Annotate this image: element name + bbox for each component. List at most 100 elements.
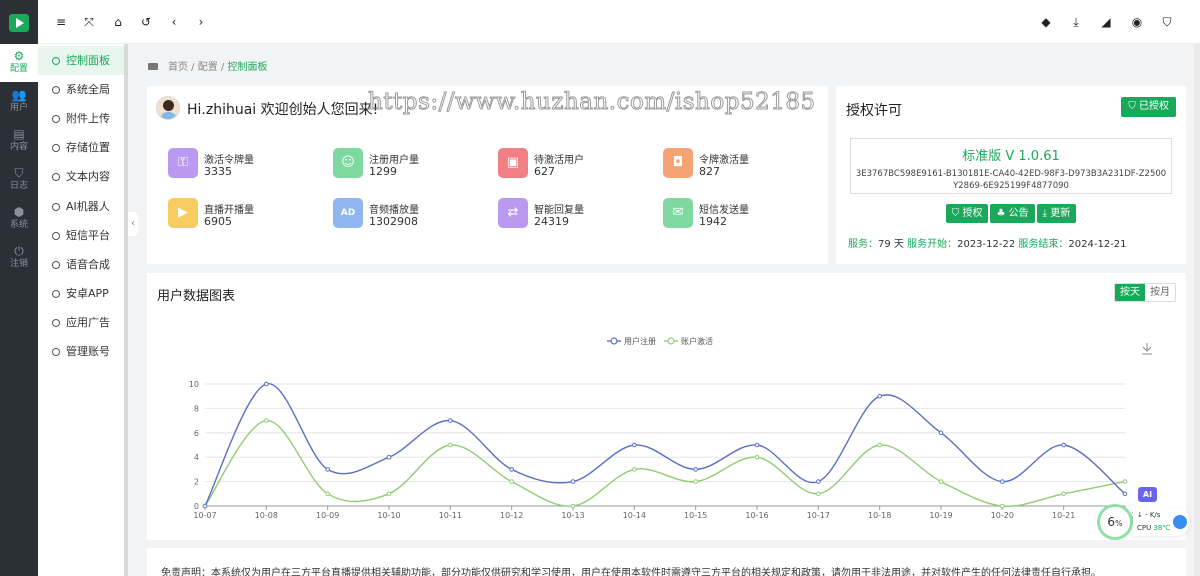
- submenu-scrollbar[interactable]: [124, 44, 128, 576]
- disclaimer-card: 免责声明：本系统仅为用户在三方平台直播提供相关辅助功能，部分功能仅供研究和学习使…: [147, 548, 1186, 576]
- data-point: [938, 479, 944, 484]
- download-icon[interactable]: ⤓: [1067, 13, 1085, 31]
- submenu-item-5[interactable]: AI机器人: [38, 192, 124, 221]
- x-tick-label: 10-16: [745, 511, 768, 520]
- submenu-item-label: 附件上传: [66, 112, 110, 126]
- breadcrumb: 首页 / 配置 / 控制面板: [148, 58, 267, 73]
- shield-check-icon[interactable]: ⛉: [1158, 13, 1176, 31]
- user-icon[interactable]: ◉: [1128, 13, 1146, 31]
- circle-icon: [52, 260, 60, 269]
- rail-item-3[interactable]: ⛉ 日志: [0, 161, 38, 199]
- x-tick-label: 10-07: [193, 511, 216, 520]
- user-data-line-chart: 0 2 4 6 8 10 10-07 10-08 10-09 10-10 10-11 10-12 10-…: [189, 336, 1152, 520]
- submenu-item-0[interactable]: 控制面板: [38, 46, 124, 75]
- data-point: [325, 491, 330, 497]
- submenu-item-label: 存储位置: [66, 141, 110, 155]
- menu-icon[interactable]: ≡: [52, 13, 70, 31]
- license-button-0[interactable]: ⛉ 授权: [945, 204, 989, 223]
- submenu-item-8[interactable]: 安卓APP: [38, 279, 124, 308]
- chart-range-toggle: 按天 按月: [1114, 283, 1176, 302]
- forward-icon[interactable]: ›: [192, 13, 210, 31]
- eraser-icon[interactable]: ◢: [1097, 13, 1115, 31]
- back-icon[interactable]: ‹: [165, 13, 183, 31]
- submenu-item-4[interactable]: 文本内容: [38, 162, 124, 191]
- rail-item-2[interactable]: ▤ 内容: [0, 122, 38, 160]
- submenu-item-3[interactable]: 存储位置: [38, 133, 124, 162]
- network-speed-value: - K/s: [1145, 511, 1161, 519]
- data-point: [632, 442, 637, 448]
- stat-label: 令牌激活量: [699, 155, 749, 166]
- license-button-2[interactable]: ⤓ 更新: [1036, 204, 1077, 223]
- users-icon: ☺: [333, 148, 363, 178]
- toggle-by-month[interactable]: 按月: [1145, 284, 1175, 301]
- rail-item-5[interactable]: ⏻ 注销: [0, 239, 38, 277]
- fullscreen-icon[interactable]: ⤧: [80, 13, 98, 31]
- rail-item-label: 注销: [9, 259, 28, 269]
- stat-value: 1299: [369, 165, 397, 178]
- page-scrollbar[interactable]: [1194, 44, 1200, 576]
- home-icon[interactable]: ⌂: [109, 13, 127, 31]
- stat-value: 1942: [699, 215, 727, 228]
- submenu-item-label: 系统全局: [66, 83, 110, 97]
- license-version: 标准版 V 1.0.61: [962, 149, 1060, 164]
- stat-value: 6905: [204, 215, 232, 228]
- data-point: [570, 503, 576, 509]
- submenu-item-10[interactable]: 管理账号: [38, 337, 124, 366]
- breadcrumb-section[interactable]: 配置: [198, 62, 218, 73]
- data-point: [1061, 491, 1066, 497]
- ai-assistant-button[interactable]: AI: [1138, 487, 1157, 502]
- collapse-sidebar-button[interactable]: ‹: [128, 212, 138, 236]
- cpu-label: CPU: [1137, 524, 1152, 532]
- app-logo-icon[interactable]: [9, 14, 29, 32]
- rail-item-label: 用户: [9, 103, 28, 113]
- folder-icon: [148, 63, 158, 70]
- submenu-item-9[interactable]: 应用广告: [38, 308, 124, 337]
- submenu-item-2[interactable]: 附件上传: [38, 104, 124, 133]
- avatar: [156, 96, 180, 120]
- circle-icon: [52, 144, 60, 153]
- cpu-monitor-widget[interactable]: 6% ↓ - K/s CPU 38℃: [1097, 504, 1190, 540]
- bell-icon: ♣: [996, 208, 1009, 219]
- license-actions: ⛉ 授权 ♣ 公告 ⤓ 更新: [836, 204, 1186, 223]
- license-button-label: 更新: [1050, 208, 1071, 219]
- y-tick-label: 4: [194, 453, 199, 462]
- breadcrumb-home[interactable]: 首页: [168, 62, 188, 73]
- stat-label: 直播开播量: [204, 205, 254, 216]
- license-button-1[interactable]: ♣ 公告: [990, 204, 1035, 223]
- cpu-percent: 6: [1107, 515, 1116, 529]
- y-tick-label: 10: [189, 380, 199, 389]
- stat-card-2: ▣ 待激活用户 627: [498, 148, 648, 188]
- data-point: [1000, 503, 1005, 509]
- user-data-chart-card: 0 2 4 6 8 10 10-07 10-08 10-09 10-10 10-11 10-12 10-…: [147, 273, 1186, 540]
- stat-card-4: ▶ 直播开播量 6905: [168, 198, 318, 238]
- submenu-item-6[interactable]: 短信平台: [38, 221, 124, 250]
- submenu-item-label: 安卓APP: [66, 286, 109, 300]
- x-tick-label: 10-15: [684, 511, 707, 520]
- submenu-item-7[interactable]: 语音合成: [38, 250, 124, 279]
- refresh-icon[interactable]: ↺: [137, 13, 155, 31]
- android-icon[interactable]: ◆: [1037, 13, 1055, 31]
- x-tick-label: 10-10: [377, 511, 400, 520]
- network-speed: ↓ - K/s: [1137, 511, 1161, 519]
- monitor-pin-icon[interactable]: [1173, 515, 1187, 529]
- series-line-1: [204, 419, 1126, 507]
- rail-item-1[interactable]: 👥 用户: [0, 83, 38, 121]
- legend-label: 用户注册: [624, 336, 656, 346]
- license-button-label: 公告: [1008, 208, 1029, 219]
- download-chart-icon[interactable]: [1142, 343, 1152, 355]
- licensed-badge: ⛉ 已授权: [1121, 97, 1176, 117]
- submenu-item-label: AI机器人: [66, 199, 110, 213]
- submenu-item-label: 语音合成: [66, 257, 110, 271]
- submenu-item-label: 控制面板: [66, 54, 110, 67]
- x-tick-label: 10-11: [439, 511, 462, 520]
- rail-item-4[interactable]: ⬢ 系统: [0, 200, 38, 238]
- legend-marker: [667, 337, 675, 345]
- circle-icon: [52, 202, 60, 211]
- toggle-by-day[interactable]: 按天: [1115, 284, 1145, 301]
- x-tick-label: 10-12: [500, 511, 523, 520]
- series-line-0: [204, 383, 1126, 507]
- stat-value: 627: [534, 165, 555, 178]
- submenu-item-1[interactable]: 系统全局: [38, 75, 124, 104]
- circle-icon: [52, 348, 60, 356]
- rail-item-0[interactable]: ⚙ 配置: [0, 44, 38, 82]
